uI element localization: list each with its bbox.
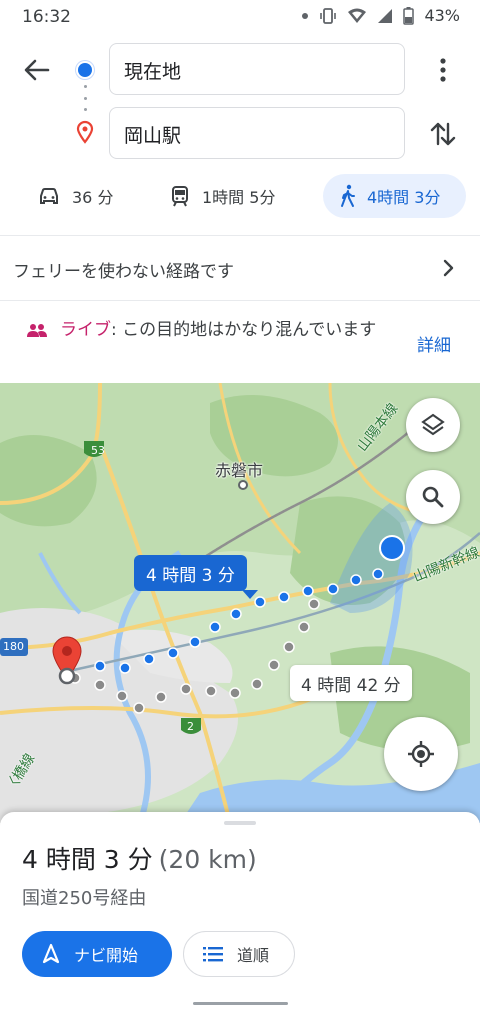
start-navigation-label: ナビ開始 xyxy=(74,946,139,965)
list-icon xyxy=(203,947,223,962)
more-vert-icon xyxy=(440,58,446,82)
status-bar: 16:32 43% xyxy=(0,0,480,34)
live-detail-link[interactable]: 詳細 xyxy=(417,331,451,356)
route-180-label: 180 xyxy=(3,640,24,653)
map-city-label: 赤磐市 xyxy=(215,461,264,480)
tab-transit-label: 1時間 5分 xyxy=(202,188,276,207)
map-view[interactable]: 53 180 2 赤磐市 山陽本線 山陽新幹線 〈橋線 4 時間 3 分 4 時… xyxy=(0,383,480,823)
status-time: 16:32 xyxy=(22,7,71,27)
my-location-icon xyxy=(408,741,434,767)
navigation-arrow-icon xyxy=(42,943,60,964)
travel-mode-tabs: 36 分 1時間 5分 4時間 3分 xyxy=(0,174,480,220)
ferry-notice-row[interactable]: フェリーを使わない経路です xyxy=(0,236,480,300)
people-icon xyxy=(27,324,47,337)
swap-vert-icon xyxy=(430,122,456,146)
tab-drive[interactable]: 36 分 xyxy=(38,174,113,218)
origin-dot-icon xyxy=(78,63,92,77)
notification-dot-icon xyxy=(301,12,309,20)
live-notice-message: : この目的地はかなり混んでいます xyxy=(111,320,377,340)
tab-walk-label: 4時間 3分 xyxy=(367,188,441,207)
more-options-button[interactable] xyxy=(431,55,455,85)
start-navigation-button[interactable]: ナビ開始 xyxy=(22,931,172,977)
live-label: ライブ xyxy=(60,320,111,340)
live-busyness-notice: ライブ: この目的地はかなり混んでいます 詳細 xyxy=(0,301,480,383)
steps-label: 道順 xyxy=(237,946,270,965)
steps-button[interactable]: 道順 xyxy=(183,931,295,977)
directions-header: 現在地 岡山駅 36 分 1時間 5分 4時間 3分 xyxy=(0,34,480,234)
arrow-back-icon xyxy=(24,59,50,81)
route-2-label: 2 xyxy=(187,720,194,733)
route-primary-callout[interactable]: 4 時間 3 分 xyxy=(134,555,258,599)
layers-button[interactable] xyxy=(406,398,460,452)
tab-transit[interactable]: 1時間 5分 xyxy=(170,174,275,218)
sheet-drag-handle[interactable] xyxy=(224,821,256,825)
back-button[interactable] xyxy=(18,54,58,86)
car-icon xyxy=(40,188,58,204)
route-connector-icon xyxy=(84,85,87,111)
route-duration-value: 4 時間 3 分 xyxy=(22,845,153,874)
walk-icon xyxy=(341,184,355,207)
route-summary-sheet: 4 時間 3 分 (20 km) 国道250号経由 ナビ開始 道順 xyxy=(0,812,480,1013)
tab-drive-label: 36 分 xyxy=(72,188,114,207)
vibrate-icon xyxy=(319,7,337,25)
ferry-notice-text: フェリーを使わない経路です xyxy=(13,262,234,282)
route-alt-callout[interactable]: 4 時間 42 分 xyxy=(290,665,412,701)
destination-pin-icon xyxy=(76,120,94,144)
swap-button[interactable] xyxy=(428,118,458,150)
train-icon xyxy=(172,186,188,207)
layers-icon xyxy=(421,413,445,436)
battery-percent: 43% xyxy=(424,6,460,25)
gesture-bar xyxy=(193,1002,288,1005)
tab-walk[interactable]: 4時間 3分 xyxy=(323,174,466,218)
search-icon xyxy=(422,486,444,508)
route-53-label: 53 xyxy=(91,444,105,457)
route-via: 国道250号経由 xyxy=(22,888,147,909)
destination-input[interactable]: 岡山駅 xyxy=(109,107,405,159)
signal-icon xyxy=(377,8,393,24)
route-duration: 4 時間 3 分 (20 km) xyxy=(22,840,257,876)
chevron-right-icon xyxy=(443,259,454,277)
map-search-button[interactable] xyxy=(406,470,460,524)
status-icons: 43% xyxy=(301,6,460,25)
route-distance: (20 km) xyxy=(158,845,257,874)
wifi-icon xyxy=(347,7,367,25)
live-notice-text: ライブ: この目的地はかなり混んでいます xyxy=(60,318,400,343)
battery-icon xyxy=(403,6,415,25)
origin-input[interactable]: 現在地 xyxy=(109,43,405,95)
my-location-button[interactable] xyxy=(384,717,458,791)
